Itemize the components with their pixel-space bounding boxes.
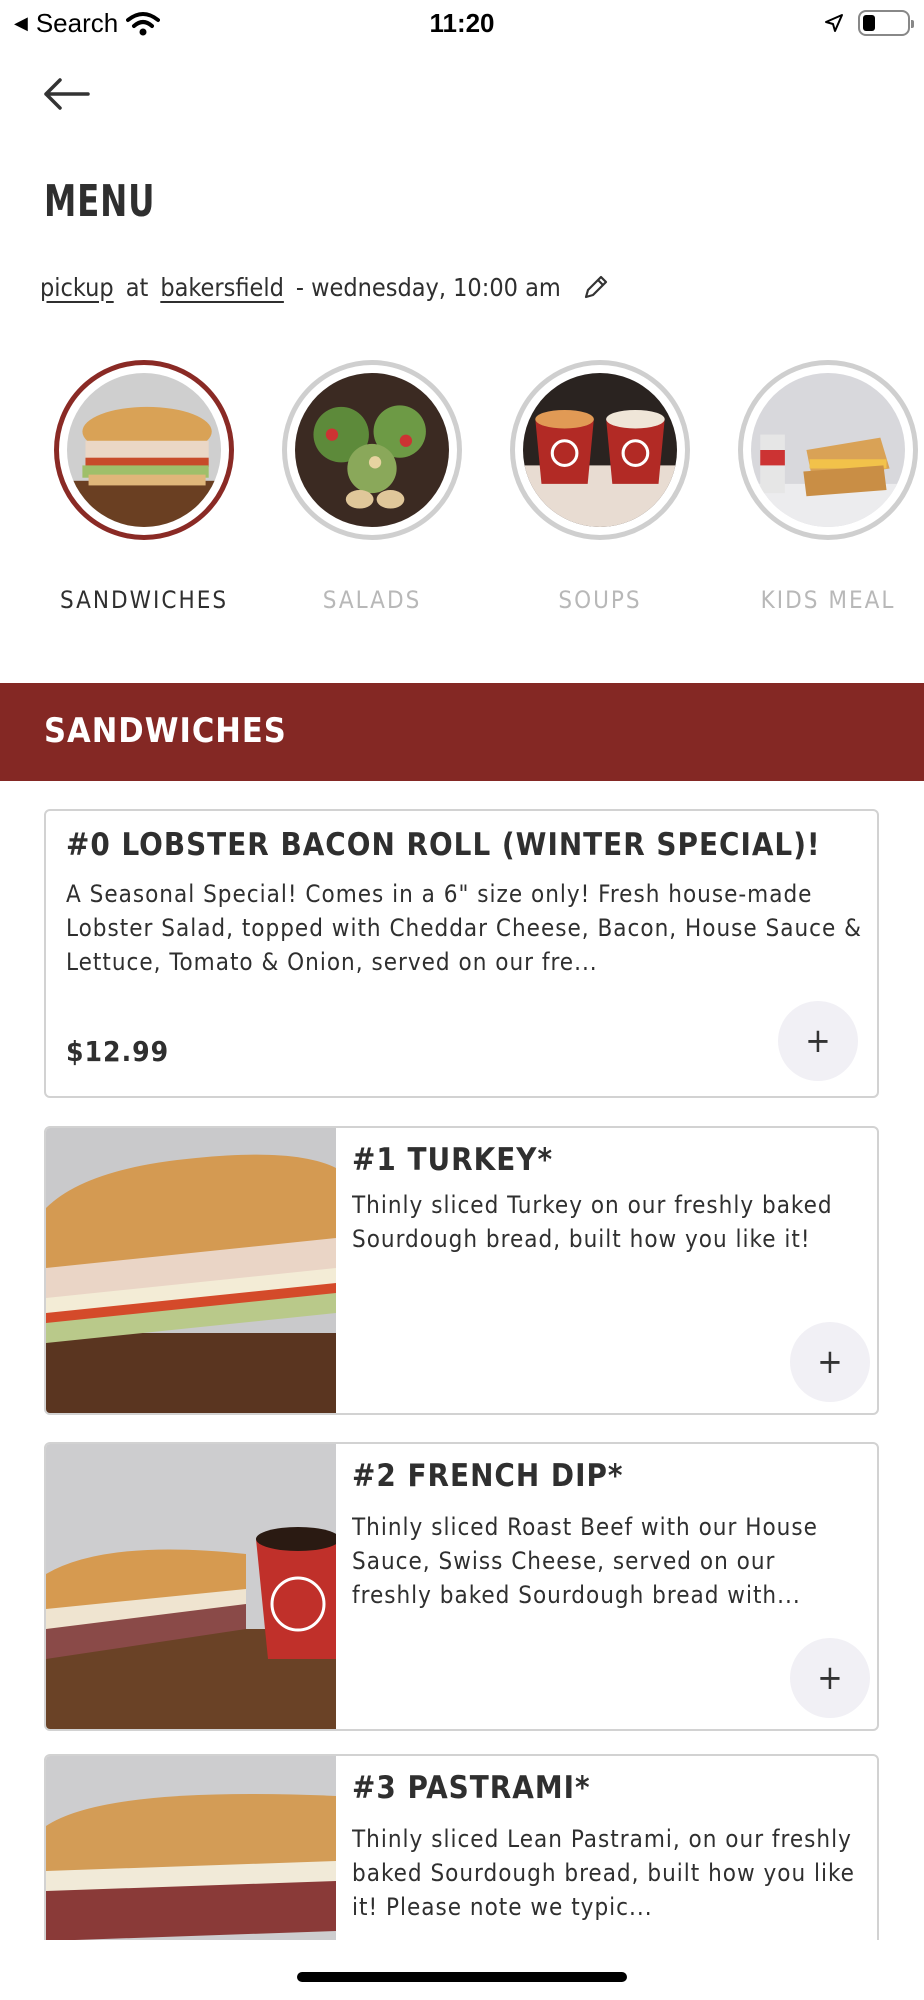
- add-item-button[interactable]: +: [778, 1001, 858, 1081]
- category-salads[interactable]: SALADS: [282, 360, 462, 614]
- kids-meal-photo: [751, 373, 905, 527]
- category-kids-meal[interactable]: KIDS MEAL: [738, 360, 918, 614]
- list-clip: #3 PASTRAMI* Thinly sliced Lean Pastrami…: [0, 1754, 924, 1940]
- order-info: pickup at bakersfield - wednesday, 10:00…: [40, 272, 611, 302]
- category-ring: [510, 360, 690, 540]
- pickup-link[interactable]: pickup: [40, 273, 114, 302]
- plus-icon: +: [817, 1658, 843, 1698]
- item-description: Thinly sliced Roast Beef with our House …: [352, 1513, 818, 1609]
- back-arrow-icon: [44, 78, 90, 110]
- status-time: 11:20: [429, 8, 495, 38]
- category-ring: [282, 360, 462, 540]
- salads-photo: [295, 373, 449, 527]
- item-name: #3 PASTRAMI*: [352, 1770, 591, 1806]
- at-label: at: [125, 272, 149, 302]
- item-name: #2 FRENCH DIP*: [352, 1458, 624, 1494]
- category-ring: [738, 360, 918, 540]
- sandwiches-photo: [67, 373, 221, 527]
- category-label: SOUPS: [558, 586, 642, 614]
- page-title: MENU: [44, 176, 156, 227]
- item-name: #0 LOBSTER BACON ROLL (WINTER SPECIAL)!: [66, 827, 821, 863]
- plus-icon: +: [817, 1342, 843, 1382]
- item-price: $12.99: [66, 1035, 170, 1068]
- pencil-icon[interactable]: [581, 272, 611, 302]
- order-time: - wednesday, 10:00 am: [295, 272, 561, 302]
- item-description: Thinly sliced Lean Pastrami, on our fres…: [352, 1825, 855, 1921]
- category-label: SANDWICHES: [59, 586, 229, 614]
- add-item-button[interactable]: +: [790, 1638, 870, 1718]
- soups-photo: [523, 373, 677, 527]
- add-item-button[interactable]: +: [790, 1322, 870, 1402]
- location-link[interactable]: bakersfield: [160, 273, 284, 302]
- category-soups[interactable]: SOUPS: [510, 360, 690, 614]
- battery-icon: [858, 10, 914, 36]
- item-photo: [46, 1444, 336, 1729]
- category-label: KIDS MEAL: [760, 586, 896, 614]
- location-arrow-icon: [825, 14, 843, 32]
- section-title: SANDWICHES: [44, 711, 287, 751]
- item-photo: [46, 1756, 336, 1940]
- menu-item-card[interactable]: #1 TURKEY* Thinly sliced Turkey on our f…: [44, 1126, 879, 1415]
- category-ring: [54, 360, 234, 540]
- item-description: Thinly sliced Turkey on our freshly bake…: [352, 1191, 833, 1253]
- item-name: #1 TURKEY*: [352, 1142, 554, 1178]
- home-indicator[interactable]: [297, 1972, 627, 1982]
- item-description: A Seasonal Special! Comes in a 6" size o…: [66, 880, 863, 976]
- status-bar: ◀ Search 11:20: [0, 0, 924, 48]
- menu-item-card[interactable]: #3 PASTRAMI* Thinly sliced Lean Pastrami…: [44, 1754, 879, 1940]
- category-sandwiches[interactable]: SANDWICHES: [54, 360, 234, 614]
- category-label: SALADS: [322, 586, 422, 614]
- menu-item-card[interactable]: #0 LOBSTER BACON ROLL (WINTER SPECIAL)! …: [44, 809, 879, 1098]
- section-header: SANDWICHES: [0, 683, 924, 781]
- menu-item-card[interactable]: #2 FRENCH DIP* Thinly sliced Roast Beef …: [44, 1442, 879, 1731]
- back-button[interactable]: [40, 74, 92, 114]
- item-photo: [46, 1128, 336, 1413]
- plus-icon: +: [805, 1021, 831, 1061]
